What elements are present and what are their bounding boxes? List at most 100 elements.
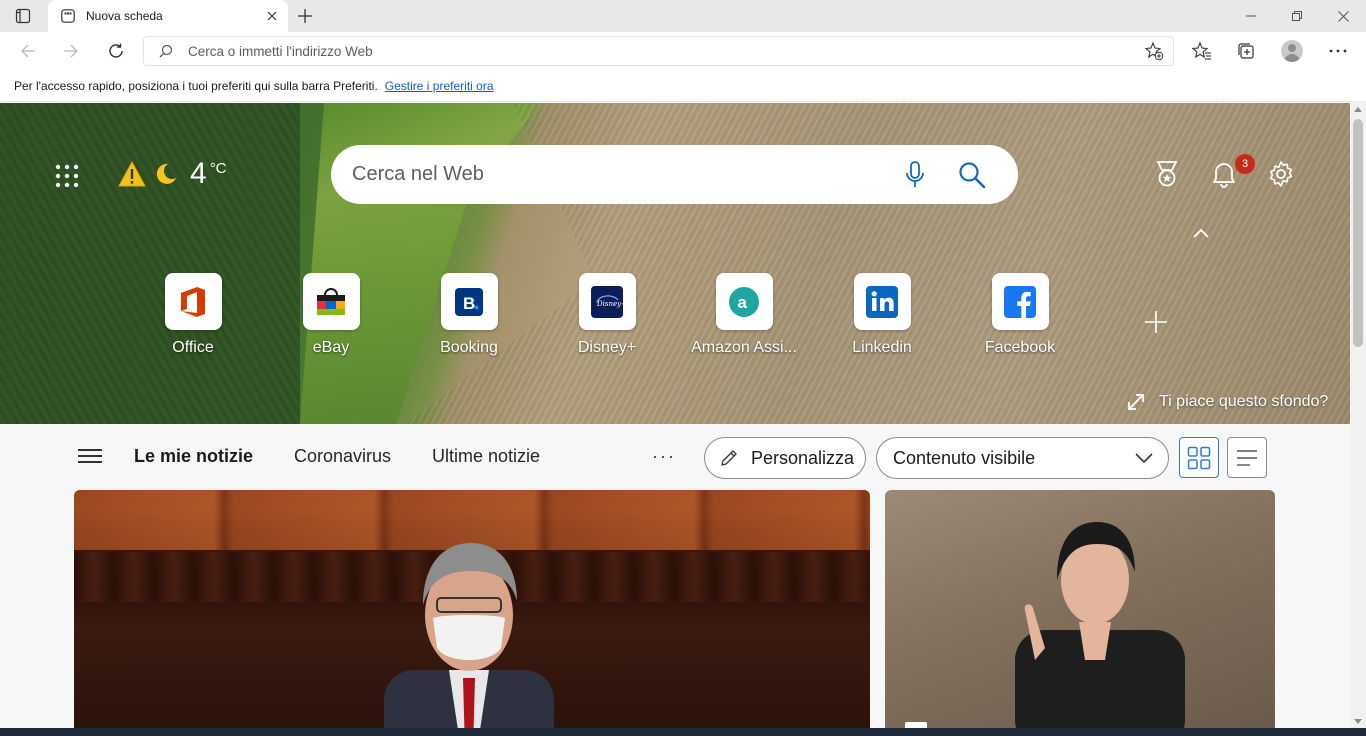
news-photo <box>1015 522 1185 736</box>
taskbar <box>0 728 1366 736</box>
personalize-label: Personalizza <box>751 447 855 468</box>
news-card-secondary[interactable] <box>885 490 1275 736</box>
favorites-bar: Per l'accesso rapido, posiziona i tuoi p… <box>0 70 1366 102</box>
scrollbar-thumb[interactable] <box>1353 119 1363 347</box>
chevron-down-icon <box>1134 448 1154 468</box>
tab-actions-button[interactable] <box>12 6 34 26</box>
quicklink-office[interactable]: Office <box>138 273 248 357</box>
svg-text:B: B <box>463 294 475 313</box>
bell-icon <box>1213 163 1235 188</box>
app-launcher-button[interactable] <box>52 161 82 191</box>
quicklink-label: Amazon Assi... <box>691 339 797 356</box>
grid-icon <box>1187 446 1211 469</box>
expand-icon <box>1125 391 1147 413</box>
page-settings-button[interactable] <box>1266 159 1296 189</box>
news-photo <box>384 543 554 736</box>
page-scrollbar[interactable] <box>1350 103 1366 728</box>
quicklink-ebay[interactable]: eBay <box>276 273 386 357</box>
content-visibility-dropdown[interactable]: Contenuto visibile <box>876 437 1169 479</box>
web-search-placeholder: Cerca nel Web <box>352 163 484 185</box>
address-placeholder: Cerca o immetti l'indirizzo Web <box>188 43 373 59</box>
manage-favorites-link[interactable]: Gestire i preferiti ora <box>385 79 494 93</box>
settings-more-button[interactable] <box>1323 36 1353 66</box>
news-menu-button[interactable] <box>78 446 102 466</box>
quicklink-label: eBay <box>312 339 350 356</box>
web-search-box[interactable]: Cerca nel Web <box>331 145 1018 204</box>
gear-icon <box>1269 161 1293 187</box>
add-favorite-icon[interactable] <box>1141 38 1167 64</box>
disney-icon: Disney+ <box>578 273 636 330</box>
new-tab-button[interactable] <box>294 5 316 27</box>
minimize-button[interactable] <box>1228 0 1274 32</box>
tab-coronavirus[interactable]: Coronavirus <box>294 446 391 467</box>
background-hero: 4 °C Cerca nel Web 3 Office eBay B Booki… <box>0 103 1350 424</box>
linkedin-icon <box>853 273 911 330</box>
back-button[interactable] <box>13 36 43 66</box>
tab-title: Nuova scheda <box>86 9 163 23</box>
rewards-button[interactable] <box>1152 159 1182 189</box>
tab-strip: Nuova scheda <box>0 0 1366 32</box>
address-bar[interactable]: Cerca o immetti l'indirizzo Web <box>143 36 1174 66</box>
search-icon <box>158 43 174 59</box>
tab-new-tab[interactable]: Nuova scheda <box>48 0 288 32</box>
background-image <box>0 103 300 424</box>
favorites-button[interactable] <box>1187 36 1217 66</box>
scroll-down-icon[interactable] <box>1354 719 1362 724</box>
like-background-link[interactable]: Ti piace questo sfondo? <box>1125 389 1328 415</box>
weather-temperature: 4 <box>190 157 207 190</box>
tab-latest-news[interactable]: Ultime notizie <box>432 446 540 467</box>
personalize-button[interactable]: Personalizza <box>704 437 866 479</box>
tab-my-news[interactable]: Le mie notizie <box>134 446 253 467</box>
microphone-icon[interactable] <box>900 160 930 190</box>
svg-text:a: a <box>738 293 748 312</box>
quicklink-disney[interactable]: Disney+ Disney+ <box>552 273 662 357</box>
search-submit-icon[interactable] <box>956 159 988 191</box>
pencil-icon <box>719 448 739 468</box>
more-icon <box>1329 49 1347 53</box>
amazon-icon: a <box>715 273 773 330</box>
tab-actions-icon <box>15 8 31 24</box>
quicklink-label: Facebook <box>984 339 1056 356</box>
weather-widget[interactable]: 4 °C <box>118 156 227 192</box>
quicklink-facebook[interactable]: Facebook <box>965 273 1075 357</box>
collections-button[interactable] <box>1231 36 1261 66</box>
notification-count-badge: 3 <box>1235 154 1255 174</box>
office-icon <box>164 273 222 330</box>
collections-icon <box>1238 43 1254 59</box>
minimize-icon <box>1246 15 1256 17</box>
quicklink-linkedin[interactable]: Linkedin <box>827 273 937 357</box>
arrow-left-icon <box>21 44 35 58</box>
arrow-right-icon <box>64 44 78 58</box>
refresh-button[interactable] <box>101 36 131 66</box>
list-view-button[interactable] <box>1227 437 1267 478</box>
scroll-up-icon[interactable] <box>1354 107 1362 112</box>
collapse-button[interactable] <box>1189 221 1213 245</box>
grid-view-button[interactable] <box>1179 437 1219 478</box>
close-window-button[interactable] <box>1320 0 1366 32</box>
weather-unit: °C <box>209 159 227 177</box>
chevron-up-icon <box>1193 228 1209 238</box>
profile-button[interactable] <box>1277 36 1307 66</box>
quicklink-label: Office <box>172 339 214 356</box>
warning-icon <box>118 161 146 187</box>
close-tab-icon[interactable] <box>262 6 282 26</box>
svg-text:Disney+: Disney+ <box>596 300 623 308</box>
news-card-featured[interactable] <box>74 490 870 736</box>
forward-button[interactable] <box>56 36 86 66</box>
quicklink-booking[interactable]: B Booking <box>414 273 524 357</box>
facebook-icon <box>991 273 1049 330</box>
quicklink-label: Linkedin <box>852 339 912 356</box>
add-quicklink-button[interactable] <box>1140 306 1172 338</box>
rewards-icon <box>1156 161 1178 187</box>
ebay-icon <box>302 273 360 330</box>
refresh-icon <box>109 43 123 58</box>
quicklink-amazon[interactable]: a Amazon Assi... <box>689 273 799 357</box>
moon-icon <box>156 163 176 184</box>
restore-icon <box>1292 11 1302 21</box>
more-tabs-button[interactable]: ··· <box>650 444 678 468</box>
new-tab-page-icon <box>60 8 76 24</box>
quicklink-label: Disney+ <box>577 339 637 356</box>
avatar <box>1281 40 1303 62</box>
app-launcher-icon <box>55 164 79 188</box>
restore-button[interactable] <box>1274 0 1320 32</box>
